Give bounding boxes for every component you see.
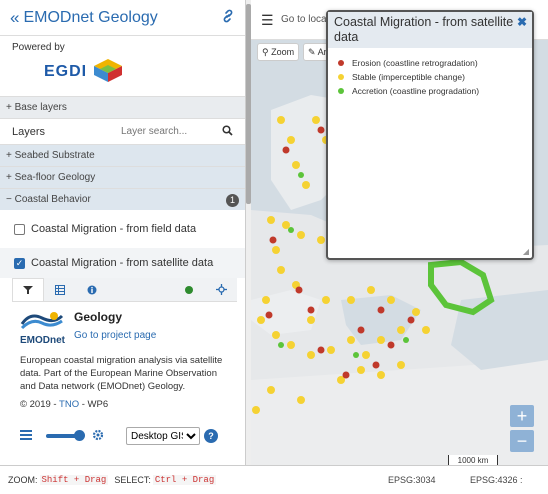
menu-icon[interactable]: ☰ bbox=[261, 12, 274, 29]
legend-popup: Coastal Migration - from satellite data … bbox=[326, 10, 534, 260]
egdi-logo[interactable]: EGDI bbox=[44, 57, 233, 86]
layer-item-field-data[interactable]: Coastal Migration - from field data bbox=[0, 214, 245, 244]
epsg-3034[interactable]: EPSG:3034 bbox=[388, 475, 436, 485]
egdi-logo-text: EGDI bbox=[44, 62, 88, 80]
legend-list: Erosion (coastline retrogradation) Stabl… bbox=[328, 48, 532, 106]
legend-item-label: Erosion (coastline retrogradation) bbox=[352, 58, 478, 68]
sidebar: « EMODnet Geology Powered by EGDI + Base… bbox=[0, 0, 246, 465]
panel-tools: Desktop GIS ? bbox=[20, 426, 229, 446]
copyright-prefix: © 2019 - bbox=[20, 399, 57, 410]
zoom-magnifier-icon: ⚲ bbox=[262, 47, 269, 57]
emodnet-logo-text: EMODnet bbox=[20, 335, 65, 346]
resize-grip-icon[interactable]: ◢ bbox=[523, 247, 529, 256]
copyright-suffix: - WP6 bbox=[81, 399, 109, 410]
zoom-hint-key: Shift + Drag bbox=[39, 475, 109, 485]
layer-label: Coastal Migration - from field data bbox=[31, 223, 197, 235]
zoom-out-button[interactable]: − bbox=[510, 430, 534, 452]
panel-heading: Geology bbox=[74, 310, 123, 324]
select-hint-key: Ctrl + Drag bbox=[152, 475, 217, 485]
layer-search-input[interactable] bbox=[121, 122, 217, 141]
layer-detail-panel: EMODnet Geology Go to project page Europ… bbox=[12, 278, 237, 446]
legend-item-label: Stable (imperceptible change) bbox=[352, 72, 465, 82]
group-seafloor-geology[interactable]: + Sea-floor Geology bbox=[0, 166, 245, 188]
erosion-dot-icon bbox=[338, 60, 344, 66]
layer-tabs bbox=[12, 278, 237, 302]
zoom-hint-label: ZOOM: bbox=[8, 475, 38, 485]
egdi-cube-icon bbox=[91, 57, 125, 86]
select-hint-label: SELECT: bbox=[114, 475, 151, 485]
legend-item-label: Accretion (coastline progradation) bbox=[352, 86, 480, 96]
emodnet-block: EMODnet Geology Go to project page bbox=[20, 310, 229, 346]
legend-item-stable: Stable (imperceptible change) bbox=[338, 70, 522, 84]
close-icon[interactable]: ✖ bbox=[517, 15, 527, 30]
layer-count-badge: 1 bbox=[226, 194, 239, 207]
powered-by-label: Powered by bbox=[12, 42, 65, 53]
legend-header: Coastal Migration - from satellite data … bbox=[328, 12, 532, 48]
layer-description: European coastal migration analysis via … bbox=[20, 355, 223, 392]
pencil-icon: ✎ bbox=[308, 47, 316, 57]
opacity-slider-knob[interactable] bbox=[74, 430, 85, 441]
copyright: © 2019 - TNO - WP6 bbox=[20, 399, 229, 410]
epsg-4326[interactable]: EPSG:4326 : bbox=[470, 475, 523, 485]
locate-tab-icon[interactable] bbox=[205, 278, 237, 301]
sidebar-header: « EMODnet Geology bbox=[0, 0, 245, 36]
status-bar: ZOOM: Shift + Drag SELECT: Ctrl + Drag E… bbox=[0, 465, 548, 494]
base-layers-header[interactable]: + Base layers bbox=[0, 96, 245, 118]
group-seabed-substrate[interactable]: + Seabed Substrate bbox=[0, 144, 245, 166]
emodnet-info: Geology Go to project page bbox=[74, 310, 156, 341]
app-title: EMODnet Geology bbox=[23, 8, 158, 26]
info-tab-icon[interactable] bbox=[76, 278, 108, 301]
accretion-dot-icon bbox=[338, 88, 344, 94]
help-icon[interactable]: ? bbox=[204, 429, 218, 443]
search-icon[interactable] bbox=[217, 124, 237, 139]
layer-checkbox-checked[interactable]: ✓ bbox=[14, 257, 25, 269]
group-coastal-behavior-label: − Coastal Behavior bbox=[6, 194, 91, 205]
filter-tab-icon[interactable] bbox=[12, 278, 44, 301]
panel-body: EMODnet Geology Go to project page Europ… bbox=[12, 302, 237, 446]
opacity-slider[interactable] bbox=[46, 430, 85, 441]
legend-item-accretion: Accretion (coastline progradation) bbox=[338, 84, 522, 98]
powered-by: Powered by EGDI bbox=[0, 36, 245, 96]
link-icon[interactable] bbox=[221, 9, 235, 26]
status-dot-icon[interactable] bbox=[173, 278, 205, 301]
layer-checkbox[interactable] bbox=[14, 223, 25, 235]
stable-dot-icon bbox=[338, 74, 344, 80]
legend-list-icon[interactable] bbox=[20, 429, 32, 443]
emodnet-logo: EMODnet bbox=[20, 310, 66, 346]
gear-icon[interactable] bbox=[92, 429, 104, 444]
zoom-tool-label: Zoom bbox=[271, 47, 295, 57]
legend-title: Coastal Migration - from satellite data bbox=[334, 15, 514, 44]
group-coastal-behavior[interactable]: − Coastal Behavior 1 bbox=[0, 188, 245, 210]
collapse-sidebar-icon[interactable]: « bbox=[10, 8, 19, 28]
layer-item-satellite-data[interactable]: ✓ Coastal Migration - from satellite dat… bbox=[0, 248, 245, 278]
legend-item-erosion: Erosion (coastline retrogradation) bbox=[338, 56, 522, 70]
layer-label: Coastal Migration - from satellite data bbox=[31, 257, 214, 269]
table-tab-icon[interactable] bbox=[44, 278, 76, 301]
zoom-in-button[interactable]: + bbox=[510, 405, 534, 427]
zoom-tool-button[interactable]: ⚲ Zoom bbox=[257, 43, 300, 61]
tno-link[interactable]: TNO bbox=[59, 399, 79, 410]
layers-label: Layers bbox=[12, 125, 46, 138]
layers-search-row: Layers bbox=[0, 118, 245, 144]
view-mode-select[interactable]: Desktop GIS bbox=[126, 427, 200, 445]
project-page-link[interactable]: Go to project page bbox=[74, 330, 156, 341]
tab-spacer bbox=[108, 278, 173, 301]
